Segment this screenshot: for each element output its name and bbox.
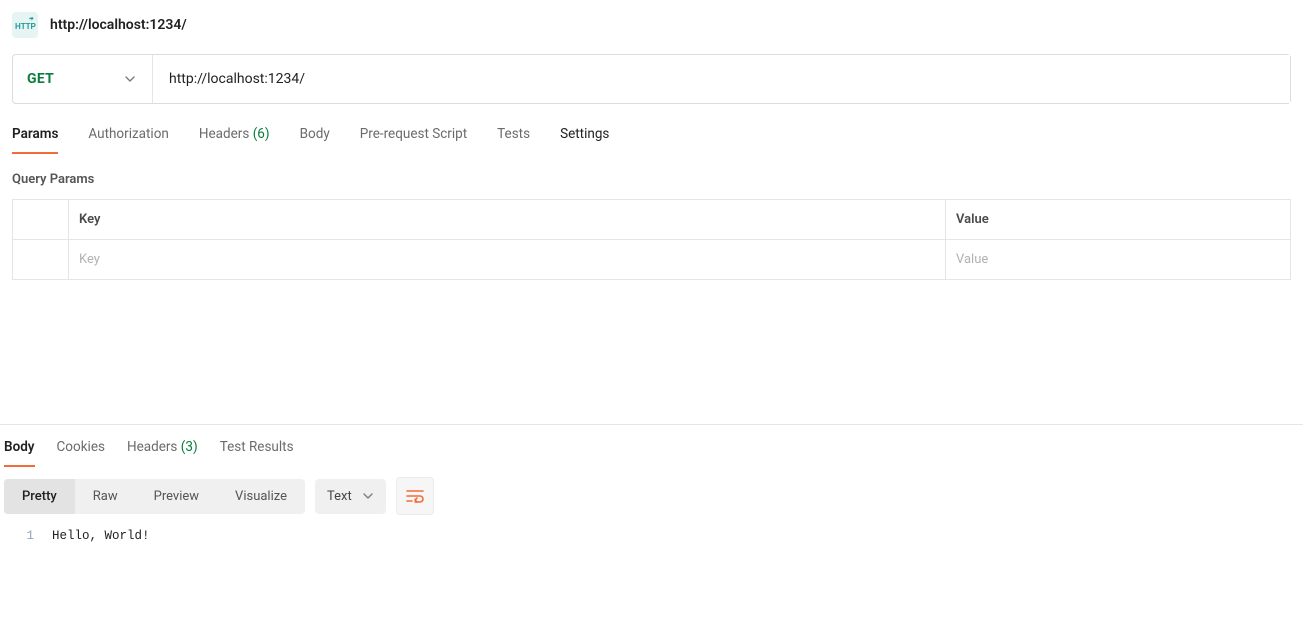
request-title: http://localhost:1234/ [50,17,187,33]
query-params-input-row [13,239,1290,279]
response-toolbar: Pretty Raw Preview Visualize Text [0,467,1303,515]
word-wrap-icon [406,489,424,503]
response-body-line: Hello, World! [52,529,150,543]
method-select[interactable]: GET [13,55,153,103]
query-params-key-header: Key [69,200,946,239]
response-tab-test-results[interactable]: Test Results [220,439,294,467]
query-params-checkbox-cell[interactable] [13,240,69,279]
tab-params[interactable]: Params [12,126,58,154]
response-lang-select[interactable]: Text [315,479,386,514]
response-tab-headers[interactable]: Headers (3) [127,439,198,467]
tab-headers-label: Headers [199,126,249,142]
query-params-checkbox-header [13,200,69,239]
query-params-header-row: Key Value [13,200,1290,239]
query-params-table: Key Value [12,199,1291,280]
line-number: 1 [4,529,52,543]
tab-prerequest[interactable]: Pre-request Script [360,126,467,154]
tab-tests[interactable]: Tests [497,126,530,154]
chevron-down-icon [362,490,374,502]
view-pretty-button[interactable]: Pretty [4,479,75,514]
chevron-down-icon [124,73,136,85]
response-tab-cookies[interactable]: Cookies [57,439,105,467]
url-bar: GET [12,54,1291,104]
query-params-value-header: Value [946,200,1290,239]
response-body[interactable]: 1 Hello, World! [0,515,1303,543]
response-lang-label: Text [327,489,352,504]
view-preview-button[interactable]: Preview [136,479,217,514]
response-tab-headers-count: (3) [181,439,198,455]
query-param-value-input[interactable] [956,252,1280,267]
svg-text:HTTP: HTTP [15,22,36,31]
tab-body[interactable]: Body [300,126,330,154]
response-tab-body[interactable]: Body [4,439,35,467]
tab-headers-count-value: (6) [253,126,270,142]
tab-authorization[interactable]: Authorization [88,126,168,154]
response-tabs: Body Cookies Headers (3) Test Results [0,425,1303,467]
request-tabs: Params Authorization Headers (6) Body Pr… [0,104,1303,154]
view-raw-button[interactable]: Raw [75,479,136,514]
tab-settings[interactable]: Settings [560,126,609,154]
word-wrap-button[interactable] [396,477,434,515]
response-tab-headers-label: Headers [127,439,177,455]
query-param-key-input[interactable] [79,252,935,267]
tab-headers[interactable]: Headers (6) [199,126,270,154]
http-method-icon: HTTP [12,12,38,38]
query-params-label: Query Params [0,154,1303,199]
response-view-segment: Pretty Raw Preview Visualize [4,479,305,514]
view-visualize-button[interactable]: Visualize [217,479,305,514]
url-input[interactable] [153,55,1290,103]
method-label: GET [27,71,54,87]
